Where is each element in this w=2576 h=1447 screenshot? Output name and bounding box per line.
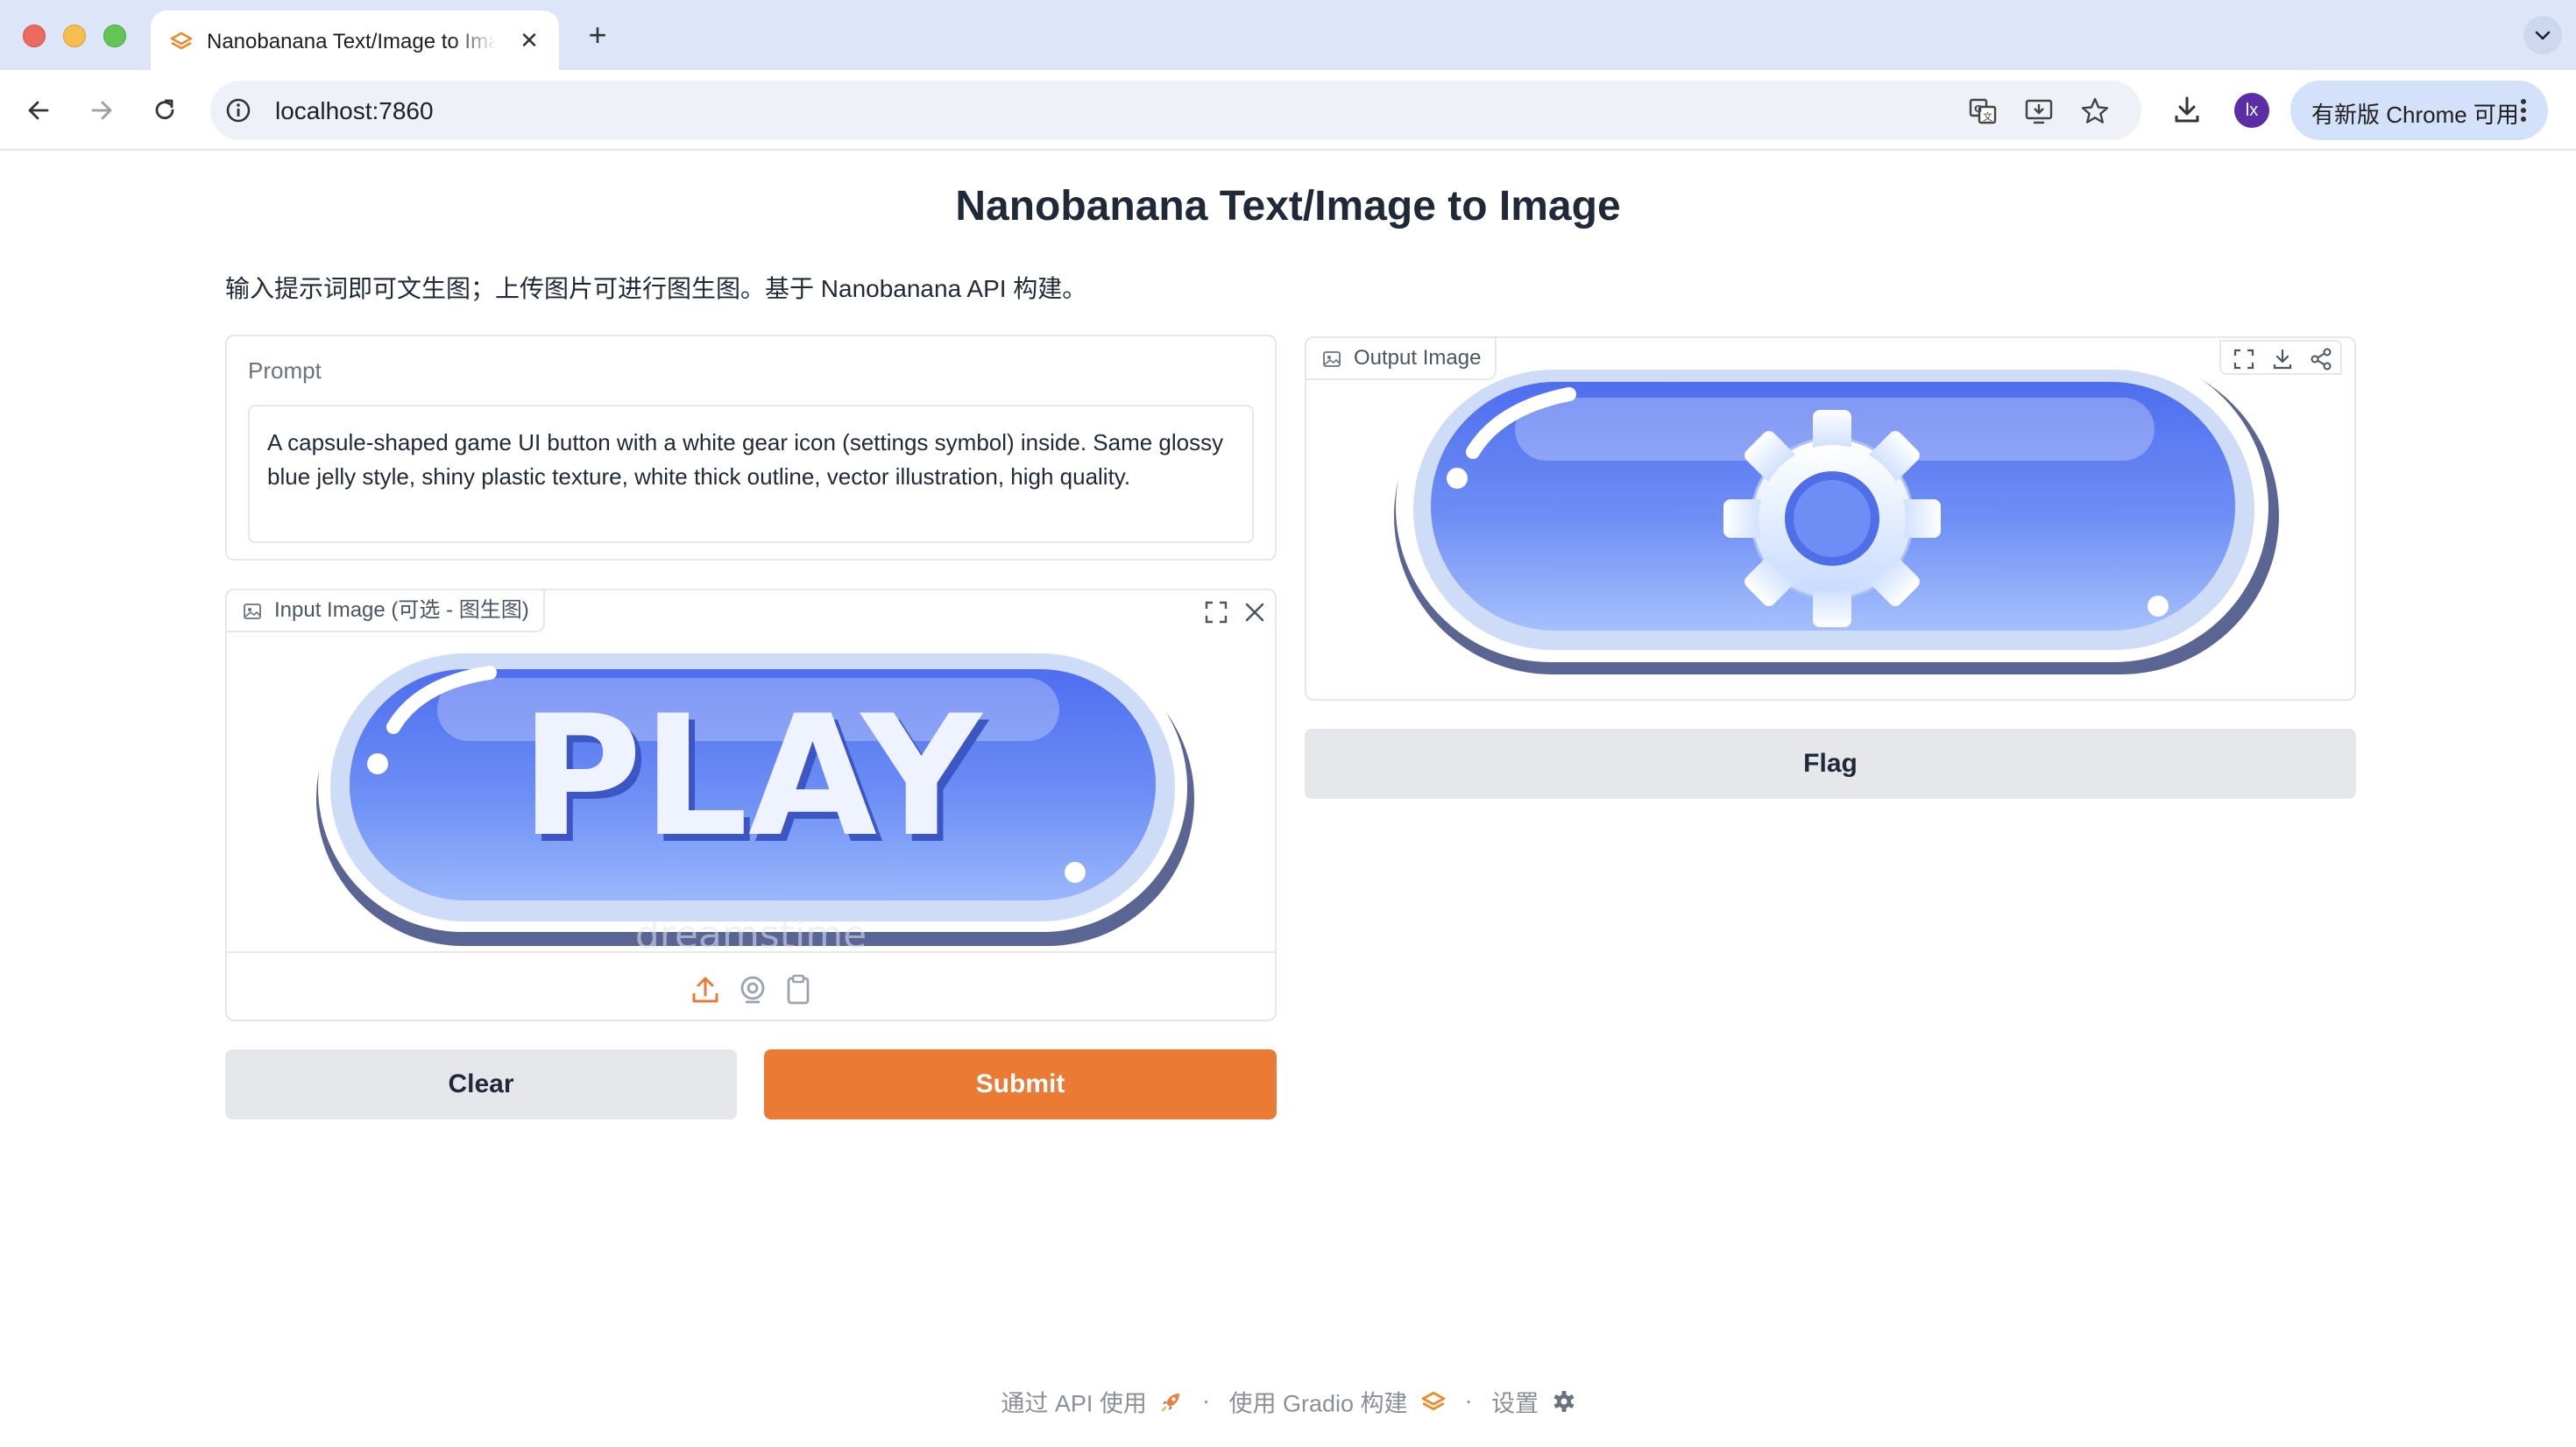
clipboard-icon[interactable]	[781, 972, 816, 1007]
footer-separator: ·	[1464, 1387, 1473, 1414]
prompt-panel: Prompt A capsule-shaped game UI button w…	[225, 335, 1277, 561]
footer-api-label: 通过 API 使用	[1001, 1390, 1147, 1416]
back-arrow-icon	[28, 101, 49, 120]
input-image-label: Input Image (可选 - 图生图)	[274, 598, 529, 622]
clear-button[interactable]: Clear	[225, 1049, 737, 1119]
prompt-label: Prompt	[248, 357, 322, 384]
output-image-panel: Output Image	[1305, 336, 2356, 701]
submit-button[interactable]: Submit	[764, 1049, 1277, 1119]
url-text: localhost:7860	[275, 97, 434, 124]
download-icon[interactable]	[2270, 347, 2295, 371]
play-text: PLAY	[520, 680, 984, 873]
chevron-down-icon	[2535, 31, 2551, 40]
gear-icon	[1723, 410, 1941, 627]
output-image-label-chip: Output Image	[1305, 336, 1497, 380]
window-close-button[interactable]	[23, 25, 46, 47]
page-description: 输入提示词即可文生图；上传图片可进行图生图。基于 Nanobanana API …	[225, 275, 1087, 302]
footer-settings-label: 设置	[1491, 1390, 1539, 1416]
tab-title: Nanobanana Text/Image to Image	[207, 30, 496, 53]
back-button[interactable]	[18, 89, 60, 131]
install-app-icon[interactable]	[2024, 96, 2054, 126]
download-icon	[2175, 96, 2199, 123]
gear-icon	[1553, 1390, 1574, 1412]
gear-button-image	[1394, 352, 2279, 674]
output-image-toolbar	[2219, 340, 2342, 375]
footer-gradio-label: 使用 Gradio 构建	[1228, 1390, 1408, 1416]
bookmark-star-icon[interactable]	[2080, 96, 2110, 126]
window-minimize-button[interactable]	[63, 25, 86, 47]
translate-icon[interactable]: G文	[1968, 96, 1998, 126]
close-icon[interactable]	[1240, 597, 1270, 627]
upload-icon[interactable]	[688, 972, 723, 1007]
watermark-text: dreamstime	[635, 913, 867, 953]
gradio-logo-icon	[1421, 1391, 1446, 1410]
profile-avatar[interactable]: lx	[2234, 93, 2269, 128]
footer: 通过 API 使用 · 使用 Gradio 构建 · 设置	[0, 1384, 2576, 1418]
reload-button[interactable]	[144, 89, 186, 131]
input-image-preview[interactable]: PLAY PLAY dreamstime	[227, 631, 1275, 953]
play-button-image: PLAY PLAY dreamstime	[316, 643, 1194, 953]
footer-separator: ·	[1201, 1387, 1210, 1414]
output-image-preview[interactable]	[1306, 338, 2354, 699]
svg-text:文: 文	[1983, 110, 1992, 123]
site-info-icon[interactable]	[224, 96, 252, 124]
rocket-icon	[1162, 1393, 1180, 1411]
page-title: Nanobanana Text/Image to Image	[955, 183, 1621, 229]
new-tab-button[interactable]: +	[578, 16, 617, 54]
prompt-textarea[interactable]: A capsule-shaped game UI button with a w…	[248, 405, 1254, 543]
output-image-label: Output Image	[1354, 346, 1482, 370]
more-options-icon	[2521, 99, 2526, 122]
webcam-icon[interactable]	[735, 972, 770, 1007]
browser-tab[interactable]: Nanobanana Text/Image to Image ✕	[151, 11, 559, 70]
footer-api-link[interactable]: 通过 API 使用	[1001, 1387, 1190, 1416]
tab-search-button[interactable]	[2523, 16, 2562, 54]
tab-close-button[interactable]: ✕	[515, 26, 543, 54]
image-icon	[1323, 351, 1341, 367]
forward-arrow-icon	[91, 101, 112, 120]
update-label: 有新版 Chrome 可用	[2311, 102, 2519, 128]
flag-button[interactable]: Flag	[1305, 729, 2356, 799]
forward-button[interactable]	[81, 89, 123, 131]
footer-gradio-link[interactable]: 使用 Gradio 构建	[1228, 1387, 1452, 1416]
svg-text:G: G	[1974, 103, 1982, 115]
address-bar[interactable]: localhost:7860 G文	[210, 81, 2141, 140]
fullscreen-icon[interactable]	[2232, 347, 2256, 371]
input-image-panel: PLAY PLAY dreamstime Input Image (可选 - 图…	[225, 589, 1277, 1021]
reload-icon	[155, 99, 174, 120]
chrome-update-button[interactable]: 有新版 Chrome 可用	[2290, 81, 2548, 140]
browser-toolbar: localhost:7860 G文 lx 有新版 Chrome 可用	[0, 70, 2576, 151]
fullscreen-icon[interactable]	[1201, 597, 1231, 627]
gradio-logo-icon	[170, 32, 193, 50]
downloads-button[interactable]	[2166, 89, 2208, 131]
image-icon	[244, 604, 261, 619]
input-image-label-chip: Input Image (可选 - 图生图)	[225, 589, 545, 632]
browser-titlebar: Nanobanana Text/Image to Image ✕ +	[0, 0, 2576, 70]
window-maximize-button[interactable]	[103, 25, 126, 47]
footer-settings-link[interactable]: 设置	[1491, 1387, 1575, 1416]
share-icon[interactable]	[2309, 347, 2333, 371]
